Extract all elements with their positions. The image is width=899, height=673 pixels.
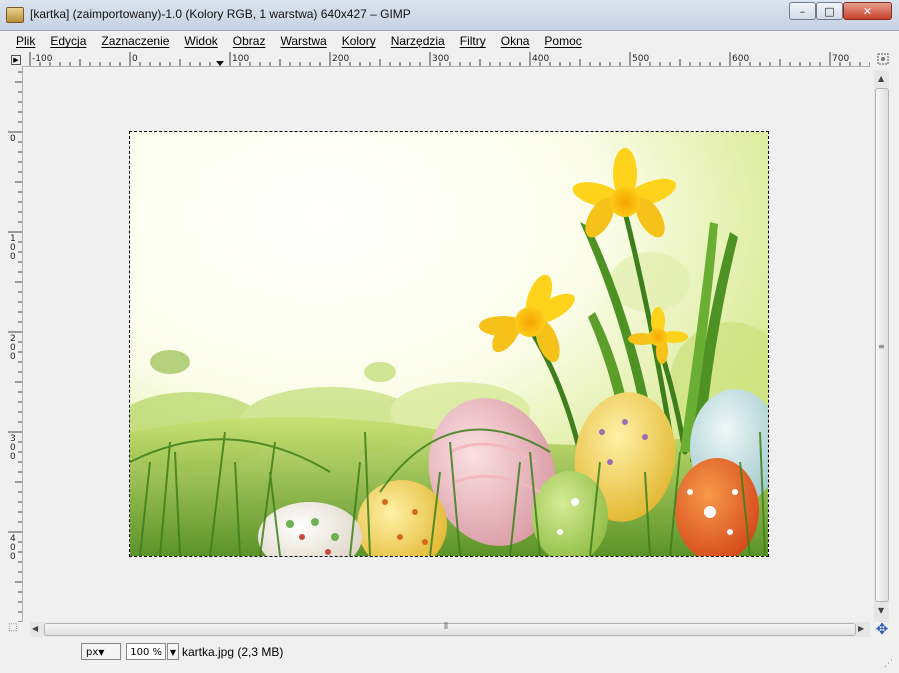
scroll-right-icon[interactable]: ▶: [858, 624, 864, 633]
triangle-right-icon: ▶: [11, 55, 21, 65]
ruler-label: 500: [632, 54, 649, 64]
image-menu-button[interactable]: ▶: [8, 52, 22, 66]
image-canvas[interactable]: [129, 131, 769, 557]
ruler-label: 700: [832, 54, 849, 64]
menu-layer[interactable]: Warstwa: [272, 34, 333, 48]
menu-bar: Plik Edycja Zaznaczenie Widok Obraz Wars…: [0, 31, 899, 51]
horizontal-ruler-ticks: -100 0 100 200 300 400 500 600 700: [29, 52, 870, 66]
grip-icon: ≡: [878, 342, 885, 351]
navigate-icon[interactable]: ✥: [874, 620, 890, 638]
ruler-label: 0: [132, 54, 138, 64]
resize-grip-icon[interactable]: ⋰: [884, 659, 893, 669]
menu-select[interactable]: Zaznaczenie: [93, 34, 176, 48]
ruler-label: 0: [10, 134, 16, 144]
menu-image[interactable]: Obraz: [225, 34, 273, 48]
vertical-scrollbar[interactable]: ▲ ≡ ▼: [874, 70, 889, 622]
horizontal-ruler[interactable]: -100 0 100 200 300 400 500 600 700: [22, 52, 870, 67]
ruler-label: 300: [432, 54, 449, 64]
window-titlebar[interactable]: [kartka] (zaimportowany)-1.0 (Kolory RGB…: [0, 0, 899, 31]
horizontal-scroll-thumb[interactable]: [44, 623, 856, 636]
ruler-label: 200: [332, 54, 349, 64]
window-title: [kartka] (zaimportowany)-1.0 (Kolory RGB…: [30, 7, 411, 21]
quick-mask-icon[interactable]: ⬚: [8, 622, 24, 636]
ruler-label: 0: [10, 352, 16, 362]
chevron-down-icon: ▼: [169, 648, 177, 657]
menu-help[interactable]: Pomoc: [536, 34, 588, 48]
menu-windows[interactable]: Okna: [493, 34, 537, 48]
maximize-button[interactable]: □: [816, 2, 843, 20]
menu-edit[interactable]: Edycja: [42, 34, 93, 48]
zoom-dropdown-button[interactable]: ▼: [167, 643, 179, 660]
horizontal-scrollbar[interactable]: ◀ ⦀ ▶: [30, 622, 870, 637]
menu-view[interactable]: Widok: [176, 34, 224, 48]
status-message: kartka.jpg (2,3 MB): [182, 645, 284, 659]
vertical-ruler[interactable]: 0100200300400: [8, 66, 23, 622]
zoom-input[interactable]: 100 %: [126, 643, 166, 660]
pointer-position-marker: [216, 61, 224, 66]
scroll-left-icon[interactable]: ◀: [32, 624, 38, 633]
gimp-app-icon: [6, 7, 24, 23]
status-bar: px▼ 100 % ▼ kartka.jpg (2,3 MB) ⋰: [0, 638, 899, 673]
unit-select[interactable]: px▼: [81, 643, 121, 660]
vertical-ruler-ticks: 0100200300400: [8, 71, 22, 622]
ruler-label: 600: [732, 54, 749, 64]
ruler-label: -100: [32, 54, 53, 64]
chevron-down-icon: ▼: [98, 648, 105, 657]
menu-file[interactable]: Plik: [8, 34, 42, 48]
ruler-label: 400: [532, 54, 549, 64]
scroll-up-icon[interactable]: ▲: [878, 74, 884, 83]
unit-value: px: [86, 647, 99, 658]
ruler-label: 0: [10, 252, 16, 262]
menu-colors[interactable]: Kolory: [334, 34, 383, 48]
ruler-label: 0: [10, 552, 16, 562]
scroll-down-icon[interactable]: ▼: [878, 606, 884, 615]
ruler-label: 100: [232, 54, 249, 64]
minimize-button[interactable]: –: [789, 2, 816, 20]
menu-filters[interactable]: Filtry: [452, 34, 493, 48]
close-button[interactable]: ✕: [843, 2, 892, 20]
ruler-label: 0: [10, 452, 16, 462]
menu-tools[interactable]: Narzędzia: [383, 34, 452, 48]
zoom-to-fit-icon[interactable]: [876, 52, 890, 66]
grip-icon: ⦀: [444, 622, 448, 632]
